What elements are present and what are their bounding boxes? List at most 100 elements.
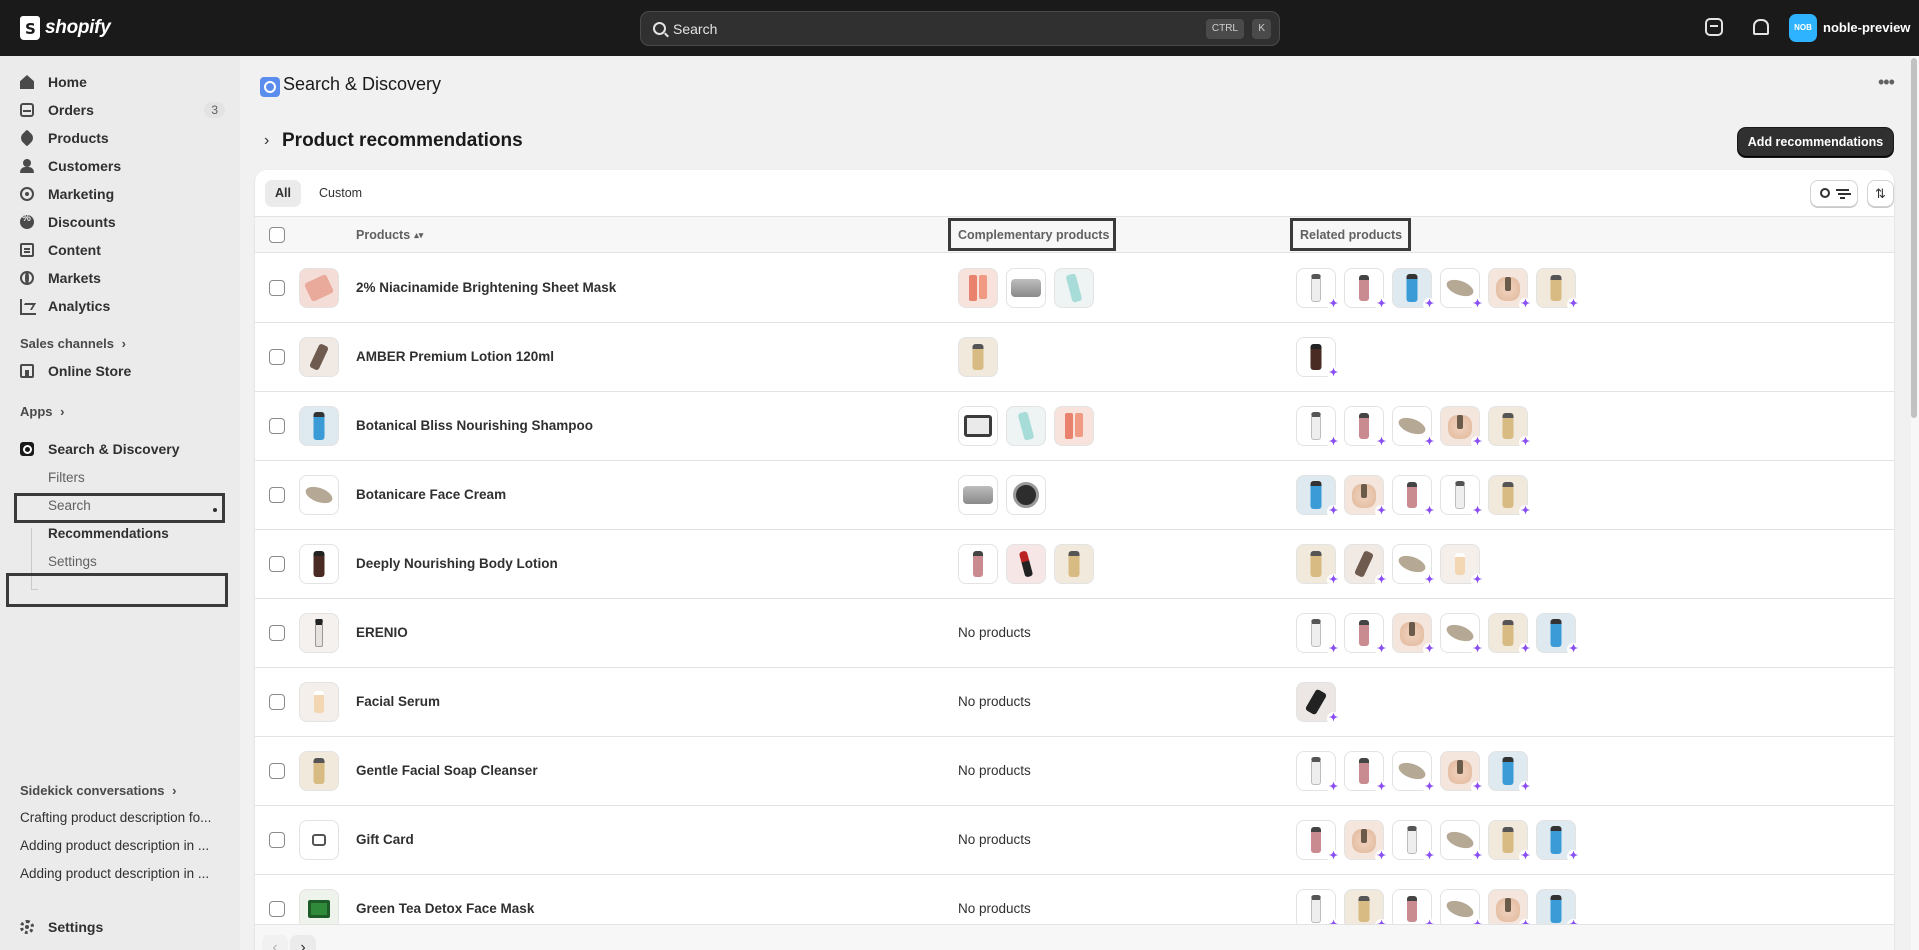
related-product-thumbnail[interactable]: ✦ — [1488, 406, 1532, 449]
add-recommendations-button[interactable]: Add recommendations — [1738, 128, 1893, 157]
product-name[interactable]: Facial Serum — [356, 694, 440, 709]
related-product-thumbnail[interactable]: ✦ — [1296, 268, 1340, 311]
chevron-right-icon[interactable]: › — [264, 132, 269, 150]
related-product-thumbnail[interactable]: ✦ — [1344, 889, 1388, 932]
sidebar-item-customers[interactable]: Customers — [20, 153, 225, 179]
related-product-thumbnail[interactable]: ✦ — [1296, 682, 1340, 725]
product-name[interactable]: Gift Card — [356, 832, 414, 847]
related-product-thumbnail[interactable]: ✦ — [1488, 751, 1532, 794]
related-product-thumbnail[interactable]: ✦ — [1536, 820, 1580, 863]
related-product-thumbnail[interactable]: ✦ — [1440, 751, 1484, 794]
complementary-product-thumbnail[interactable] — [1006, 268, 1046, 308]
sidebar-item-discounts[interactable]: Discounts — [20, 209, 225, 235]
related-product-thumbnail[interactable]: ✦ — [1536, 889, 1580, 932]
related-product-thumbnail[interactable]: ✦ — [1296, 475, 1340, 518]
sidekick-conversations-heading[interactable]: Sidekick conversations › — [20, 783, 176, 798]
complementary-product-thumbnail[interactable] — [1054, 544, 1094, 584]
store-name[interactable]: noble-preview — [1823, 20, 1910, 35]
sort-button[interactable]: ⇅ — [1867, 180, 1894, 207]
complementary-product-thumbnail[interactable] — [958, 337, 998, 377]
conversation-item[interactable]: Adding product description in ... — [20, 838, 225, 853]
related-product-thumbnail[interactable]: ✦ — [1344, 475, 1388, 518]
product-name[interactable]: 2% Niacinamide Brightening Sheet Mask — [356, 280, 616, 295]
row-checkbox[interactable] — [269, 625, 285, 641]
bell-icon[interactable] — [1750, 18, 1769, 36]
sidebar-item-markets[interactable]: Markets — [20, 265, 225, 291]
related-product-thumbnail[interactable]: ✦ — [1392, 268, 1436, 311]
related-product-thumbnail[interactable]: ✦ — [1344, 820, 1388, 863]
row-checkbox[interactable] — [269, 763, 285, 779]
complementary-product-thumbnail[interactable] — [958, 544, 998, 584]
related-product-thumbnail[interactable]: ✦ — [1344, 751, 1388, 794]
product-name[interactable]: Botanical Bliss Nourishing Shampoo — [356, 418, 593, 433]
complementary-product-thumbnail[interactable] — [1006, 544, 1046, 584]
sidebar-item-settings[interactable]: Settings — [20, 914, 225, 940]
select-all-checkbox[interactable] — [269, 227, 285, 243]
related-product-thumbnail[interactable]: ✦ — [1344, 613, 1388, 656]
related-product-thumbnail[interactable]: ✦ — [1488, 475, 1532, 518]
related-product-thumbnail[interactable]: ✦ — [1440, 889, 1484, 932]
complementary-product-thumbnail[interactable] — [1006, 406, 1046, 446]
related-product-thumbnail[interactable]: ✦ — [1392, 820, 1436, 863]
row-checkbox[interactable] — [269, 349, 285, 365]
row-checkbox[interactable] — [269, 901, 285, 917]
table-row[interactable]: 2% Niacinamide Brightening Sheet Mask ✦ ✦ ✦… — [255, 254, 1894, 323]
table-row[interactable]: Deeply Nourishing Body Lotion ✦ ✦ ✦ ✦ — [255, 530, 1894, 599]
row-checkbox[interactable] — [269, 418, 285, 434]
table-row[interactable]: Facial Serum No products ✦ — [255, 668, 1894, 737]
sidebar-sub-recommendations[interactable]: Recommendations — [48, 526, 169, 541]
sidebar-sub-search[interactable]: Search — [48, 498, 91, 513]
product-name[interactable]: Green Tea Detox Face Mask — [356, 901, 534, 916]
column-header-products[interactable]: Products ▴▾ — [356, 228, 423, 242]
row-checkbox[interactable] — [269, 832, 285, 848]
more-actions-icon[interactable]: ••• — [1878, 72, 1895, 93]
apps-heading[interactable]: Apps › — [20, 404, 64, 419]
sidebar-item-marketing[interactable]: Marketing — [20, 181, 225, 207]
row-checkbox[interactable] — [269, 556, 285, 572]
table-row[interactable]: Botanicare Face Cream ✦ ✦ ✦ ✦ ✦ — [255, 461, 1894, 530]
related-product-thumbnail[interactable]: ✦ — [1488, 820, 1532, 863]
sidebar-item-online-store[interactable]: Online Store — [20, 358, 225, 384]
scrollbar[interactable] — [1911, 56, 1919, 950]
complementary-product-thumbnail[interactable] — [1006, 475, 1046, 515]
related-product-thumbnail[interactable]: ✦ — [1344, 544, 1388, 587]
tab-all[interactable]: All — [265, 180, 301, 207]
sidebar-item-search-discovery[interactable]: Search & Discovery — [20, 436, 225, 462]
table-row[interactable]: Gentle Facial Soap Cleanser No products ✦ ✦… — [255, 737, 1894, 806]
tab-custom[interactable]: Custom — [309, 180, 372, 207]
previous-page-button[interactable]: ‹ — [262, 935, 288, 950]
sidebar-item-products[interactable]: Products — [18, 125, 225, 151]
row-checkbox[interactable] — [269, 280, 285, 296]
row-checkbox[interactable] — [269, 487, 285, 503]
conversation-item[interactable]: Adding product description in ... — [20, 866, 225, 881]
related-product-thumbnail[interactable]: ✦ — [1440, 544, 1484, 587]
table-row[interactable]: AMBER Premium Lotion 120ml ✦ — [255, 323, 1894, 392]
sidebar-sub-settings[interactable]: Settings — [48, 554, 97, 569]
related-product-thumbnail[interactable]: ✦ — [1296, 751, 1340, 794]
related-product-thumbnail[interactable]: ✦ — [1296, 544, 1340, 587]
related-product-thumbnail[interactable]: ✦ — [1440, 406, 1484, 449]
sidebar-item-content[interactable]: Content — [20, 237, 225, 263]
complementary-product-thumbnail[interactable] — [1054, 406, 1094, 446]
complementary-product-thumbnail[interactable] — [1054, 268, 1094, 308]
related-product-thumbnail[interactable]: ✦ — [1296, 889, 1340, 932]
sales-channels-heading[interactable]: Sales channels › — [20, 336, 126, 351]
table-row[interactable]: Gift Card No products ✦ ✦ ✦ ✦ ✦ ✦ — [255, 806, 1894, 875]
related-product-thumbnail[interactable]: ✦ — [1344, 268, 1388, 311]
table-row[interactable]: ERENIO No products ✦ ✦ ✦ ✦ ✦ ✦ — [255, 599, 1894, 668]
related-product-thumbnail[interactable]: ✦ — [1440, 613, 1484, 656]
related-product-thumbnail[interactable]: ✦ — [1296, 406, 1340, 449]
related-product-thumbnail[interactable]: ✦ — [1392, 475, 1436, 518]
related-product-thumbnail[interactable]: ✦ — [1440, 268, 1484, 311]
row-checkbox[interactable] — [269, 694, 285, 710]
related-product-thumbnail[interactable]: ✦ — [1488, 613, 1532, 656]
global-search-input[interactable]: Search CTRL K — [640, 11, 1280, 46]
related-product-thumbnail[interactable]: ✦ — [1488, 889, 1532, 932]
product-name[interactable]: Gentle Facial Soap Cleanser — [356, 763, 538, 778]
table-row[interactable]: Botanical Bliss Nourishing Shampoo ✦ ✦ ✦ ✦ ✦ — [255, 392, 1894, 461]
complementary-product-thumbnail[interactable] — [958, 475, 998, 515]
related-product-thumbnail[interactable]: ✦ — [1392, 889, 1436, 932]
sidebar-item-analytics[interactable]: Analytics — [20, 293, 225, 319]
shopify-logo[interactable]: shopify — [20, 14, 111, 42]
related-product-thumbnail[interactable]: ✦ — [1536, 268, 1580, 311]
